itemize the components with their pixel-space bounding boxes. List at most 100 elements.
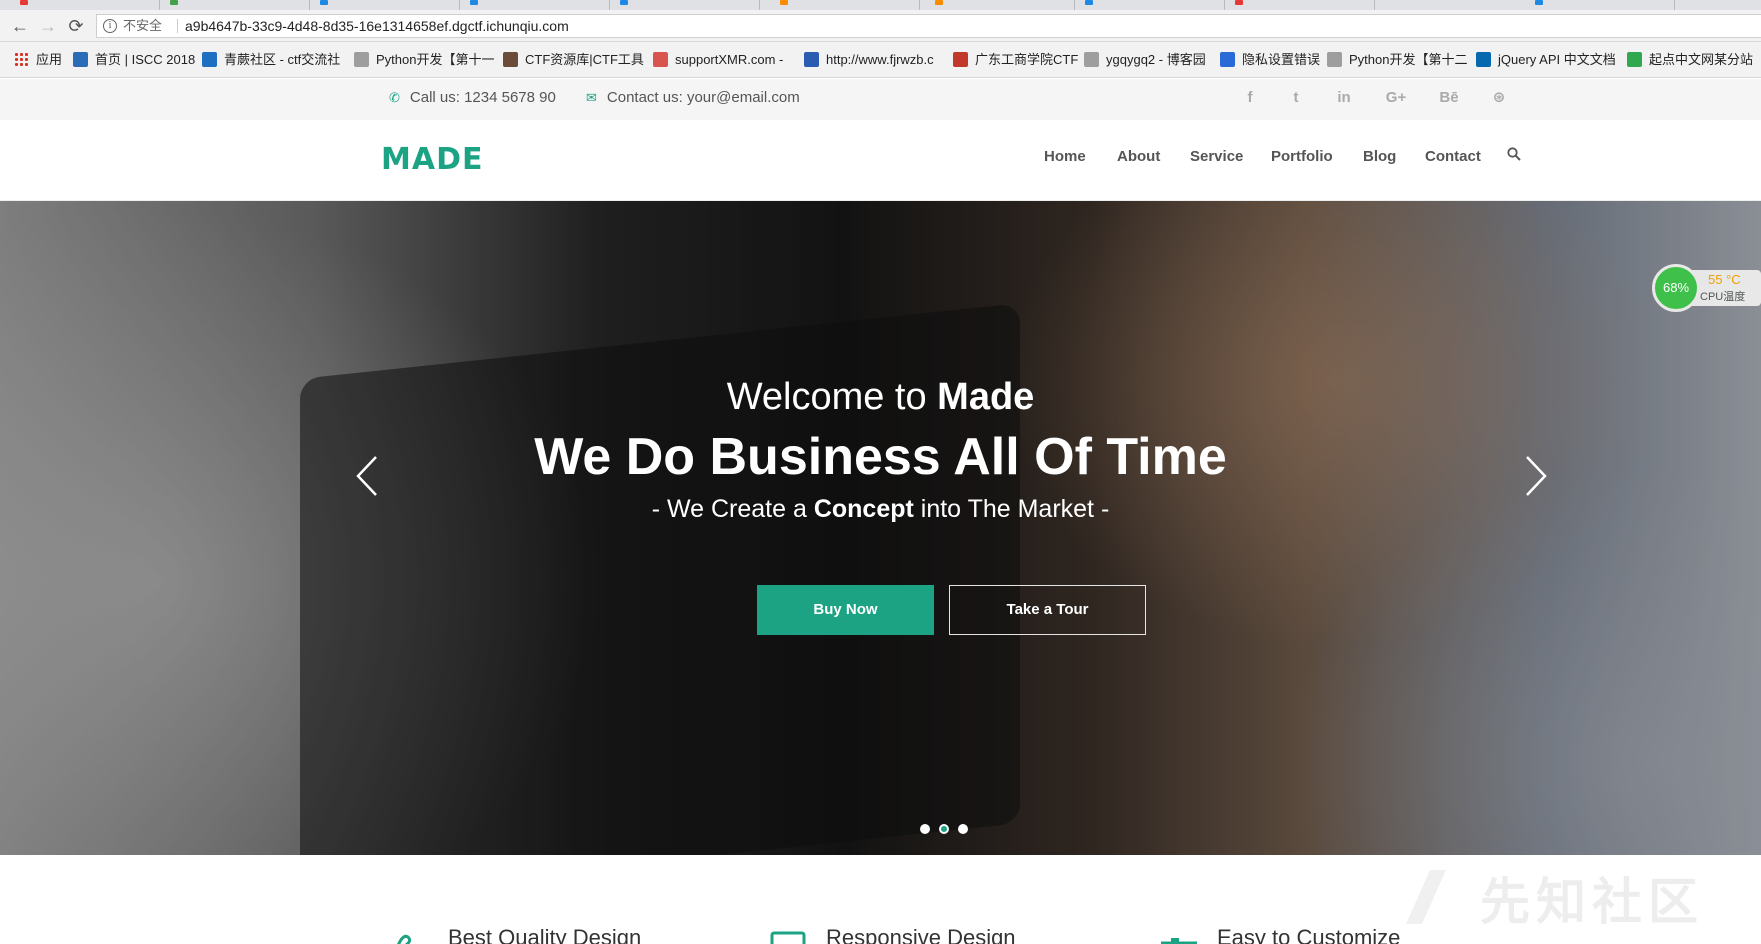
url-text[interactable]: a9b4647b-33c9-4d48-8d35-16e1314658ef.dgc…	[185, 15, 569, 37]
bookmark-item[interactable]: http://www.fjrwzb.c	[804, 42, 934, 78]
bookmark-label: Python开发【第十一	[376, 52, 495, 67]
take-a-tour-button[interactable]: Take a Tour	[949, 585, 1146, 635]
monitor-icon	[770, 931, 806, 944]
bookmark-favicon-icon	[1220, 52, 1235, 67]
cpu-panel: 55 °C CPU温度	[1692, 270, 1761, 306]
bookmark-label: ygqygq2 - 博客园	[1106, 52, 1206, 67]
welcome-prefix: Welcome to	[726, 376, 938, 418]
bookmark-item[interactable]: supportXMR.com -	[653, 42, 783, 78]
bookmark-item[interactable]: 青蕨社区 - ctf交流社	[202, 42, 340, 78]
subtitle-suffix: into The Market -	[913, 495, 1110, 523]
watermark: 先知社区	[1480, 874, 1704, 930]
facebook-icon[interactable]: f	[1240, 79, 1260, 120]
site-logo[interactable]: MADE	[381, 142, 483, 177]
contact-phone: ✆ Call us: 1234 5678 90	[389, 79, 556, 120]
watermark-logo-icon	[1406, 870, 1446, 924]
bookmark-favicon-icon	[953, 52, 968, 67]
slider-dot[interactable]	[920, 824, 930, 834]
search-icon[interactable]	[1507, 147, 1521, 161]
cpu-temperature-widget[interactable]: 55 °C CPU温度 68%	[1652, 264, 1761, 312]
browser-tab[interactable]	[10, 0, 160, 10]
browser-tab[interactable]	[610, 0, 760, 10]
bookmark-item[interactable]: 隐私设置错误	[1220, 42, 1320, 78]
subtitle-prefix: - We Create a	[651, 495, 814, 523]
apps-grid-icon	[14, 52, 28, 66]
info-icon[interactable]: i	[103, 19, 117, 33]
bookmark-label: Python开发【第十二	[1349, 52, 1468, 67]
subtitle-bold: Concept	[813, 495, 914, 523]
bookmark-item[interactable]: Python开发【第十二	[1327, 42, 1467, 78]
forward-icon[interactable]: →	[36, 14, 60, 38]
browser-tab[interactable]	[310, 0, 460, 10]
envelope-icon: ✉	[586, 90, 597, 105]
nav-blog[interactable]: Blog	[1363, 148, 1396, 165]
linkedin-icon[interactable]: in	[1332, 79, 1356, 120]
twitter-icon[interactable]: t	[1285, 79, 1307, 120]
bookmark-label: http://www.fjrwzb.c	[826, 52, 934, 67]
feature-label: Easy to Customize	[1217, 925, 1401, 944]
nav-about[interactable]: About	[1117, 148, 1160, 165]
slider-dot[interactable]	[939, 824, 949, 834]
bookmark-label: 起点中文网某分站	[1649, 52, 1754, 67]
hero-overlay	[0, 201, 1761, 855]
bookmark-label: supportXMR.com -	[675, 52, 784, 67]
bookmark-favicon-icon	[1627, 52, 1642, 67]
nav-service[interactable]: Service	[1190, 148, 1243, 165]
hero-welcome: Welcome to Made	[0, 376, 1761, 419]
bookmark-label: 隐私设置错误	[1242, 52, 1321, 67]
browser-tab[interactable]	[160, 0, 310, 10]
back-icon[interactable]: ←	[8, 14, 32, 38]
buy-now-button[interactable]: Buy Now	[757, 585, 934, 635]
bookmark-favicon-icon	[503, 52, 518, 67]
bookmark-favicon-icon	[1327, 52, 1342, 67]
nav-home[interactable]: Home	[1044, 148, 1086, 165]
browser-tab[interactable]	[1225, 0, 1375, 10]
phone-icon: ✆	[389, 90, 400, 105]
hero-slider: Welcome to Made We Do Business All Of Ti…	[0, 201, 1761, 855]
feature-label: Responsive Design	[826, 925, 1016, 944]
bookmark-label: CTF资源库|CTF工具	[525, 52, 644, 67]
email-text[interactable]: Contact us: your@email.com	[607, 89, 800, 106]
nav-contact[interactable]: Contact	[1425, 148, 1481, 165]
cpu-label: CPU温度	[1700, 291, 1746, 303]
reload-icon[interactable]: ⟳	[64, 14, 88, 38]
bookmark-item[interactable]: ygqygq2 - 博客园	[1084, 42, 1206, 78]
bookmark-item[interactable]: CTF资源库|CTF工具	[503, 42, 644, 78]
bookmark-apps[interactable]: 应用	[14, 42, 62, 78]
bookmark-item[interactable]: Python开发【第十一	[354, 42, 494, 78]
google-plus-icon[interactable]: G+	[1381, 79, 1411, 120]
hero-subtitle: - We Create a Concept into The Market -	[0, 495, 1761, 524]
slider-dot[interactable]	[958, 824, 968, 834]
bookmark-favicon-icon	[653, 52, 668, 67]
browser-tab[interactable]	[925, 0, 1075, 10]
browser-tab[interactable]	[770, 0, 920, 10]
feature-label: Best Quality Design	[448, 925, 642, 944]
omnibox-divider	[177, 19, 178, 33]
browser-tab[interactable]	[1075, 0, 1225, 10]
address-bar: ← → ⟳ i 不安全 a9b4647b-33c9-4d48-8d35-16e1…	[0, 10, 1761, 42]
bookmark-item[interactable]: jQuery API 中文文档	[1476, 42, 1616, 78]
bookmark-item[interactable]: 起点中文网某分站	[1627, 42, 1753, 78]
slider-next-arrow-icon[interactable]	[1515, 453, 1551, 499]
behance-icon[interactable]: Bē	[1434, 79, 1464, 120]
bookmark-label: jQuery API 中文文档	[1498, 52, 1616, 67]
contact-email[interactable]: ✉ Contact us: your@email.com	[586, 79, 800, 120]
browser-tab[interactable]	[1525, 0, 1675, 10]
browser-tab[interactable]	[460, 0, 610, 10]
bookmarks-bar: 应用 首页 | ISCC 2018 青蕨社区 - ctf交流社 Python开发…	[0, 42, 1761, 78]
bookmark-item[interactable]: 首页 | ISCC 2018	[73, 42, 195, 78]
slider-prev-arrow-icon[interactable]	[352, 453, 388, 499]
bookmark-favicon-icon	[354, 52, 369, 67]
bookmark-item[interactable]: 广东工商学院CTF	[953, 42, 1078, 78]
dribbble-icon[interactable]: ⊛	[1488, 79, 1510, 120]
url-input[interactable]: i 不安全 a9b4647b-33c9-4d48-8d35-16e1314658…	[96, 14, 1761, 38]
bookmark-favicon-icon	[73, 52, 88, 67]
nav-portfolio[interactable]: Portfolio	[1271, 148, 1333, 165]
cpu-usage: 68%	[1652, 264, 1700, 312]
bookmark-favicon-icon	[202, 52, 217, 67]
bookmark-label: 首页 | ISCC 2018	[95, 52, 196, 67]
site-topbar: ✆ Call us: 1234 5678 90 ✉ Contact us: your…	[0, 79, 1761, 120]
security-label[interactable]: 不安全	[123, 15, 162, 37]
bookmark-favicon-icon	[804, 52, 819, 67]
browser-tab-strip	[0, 0, 1761, 10]
